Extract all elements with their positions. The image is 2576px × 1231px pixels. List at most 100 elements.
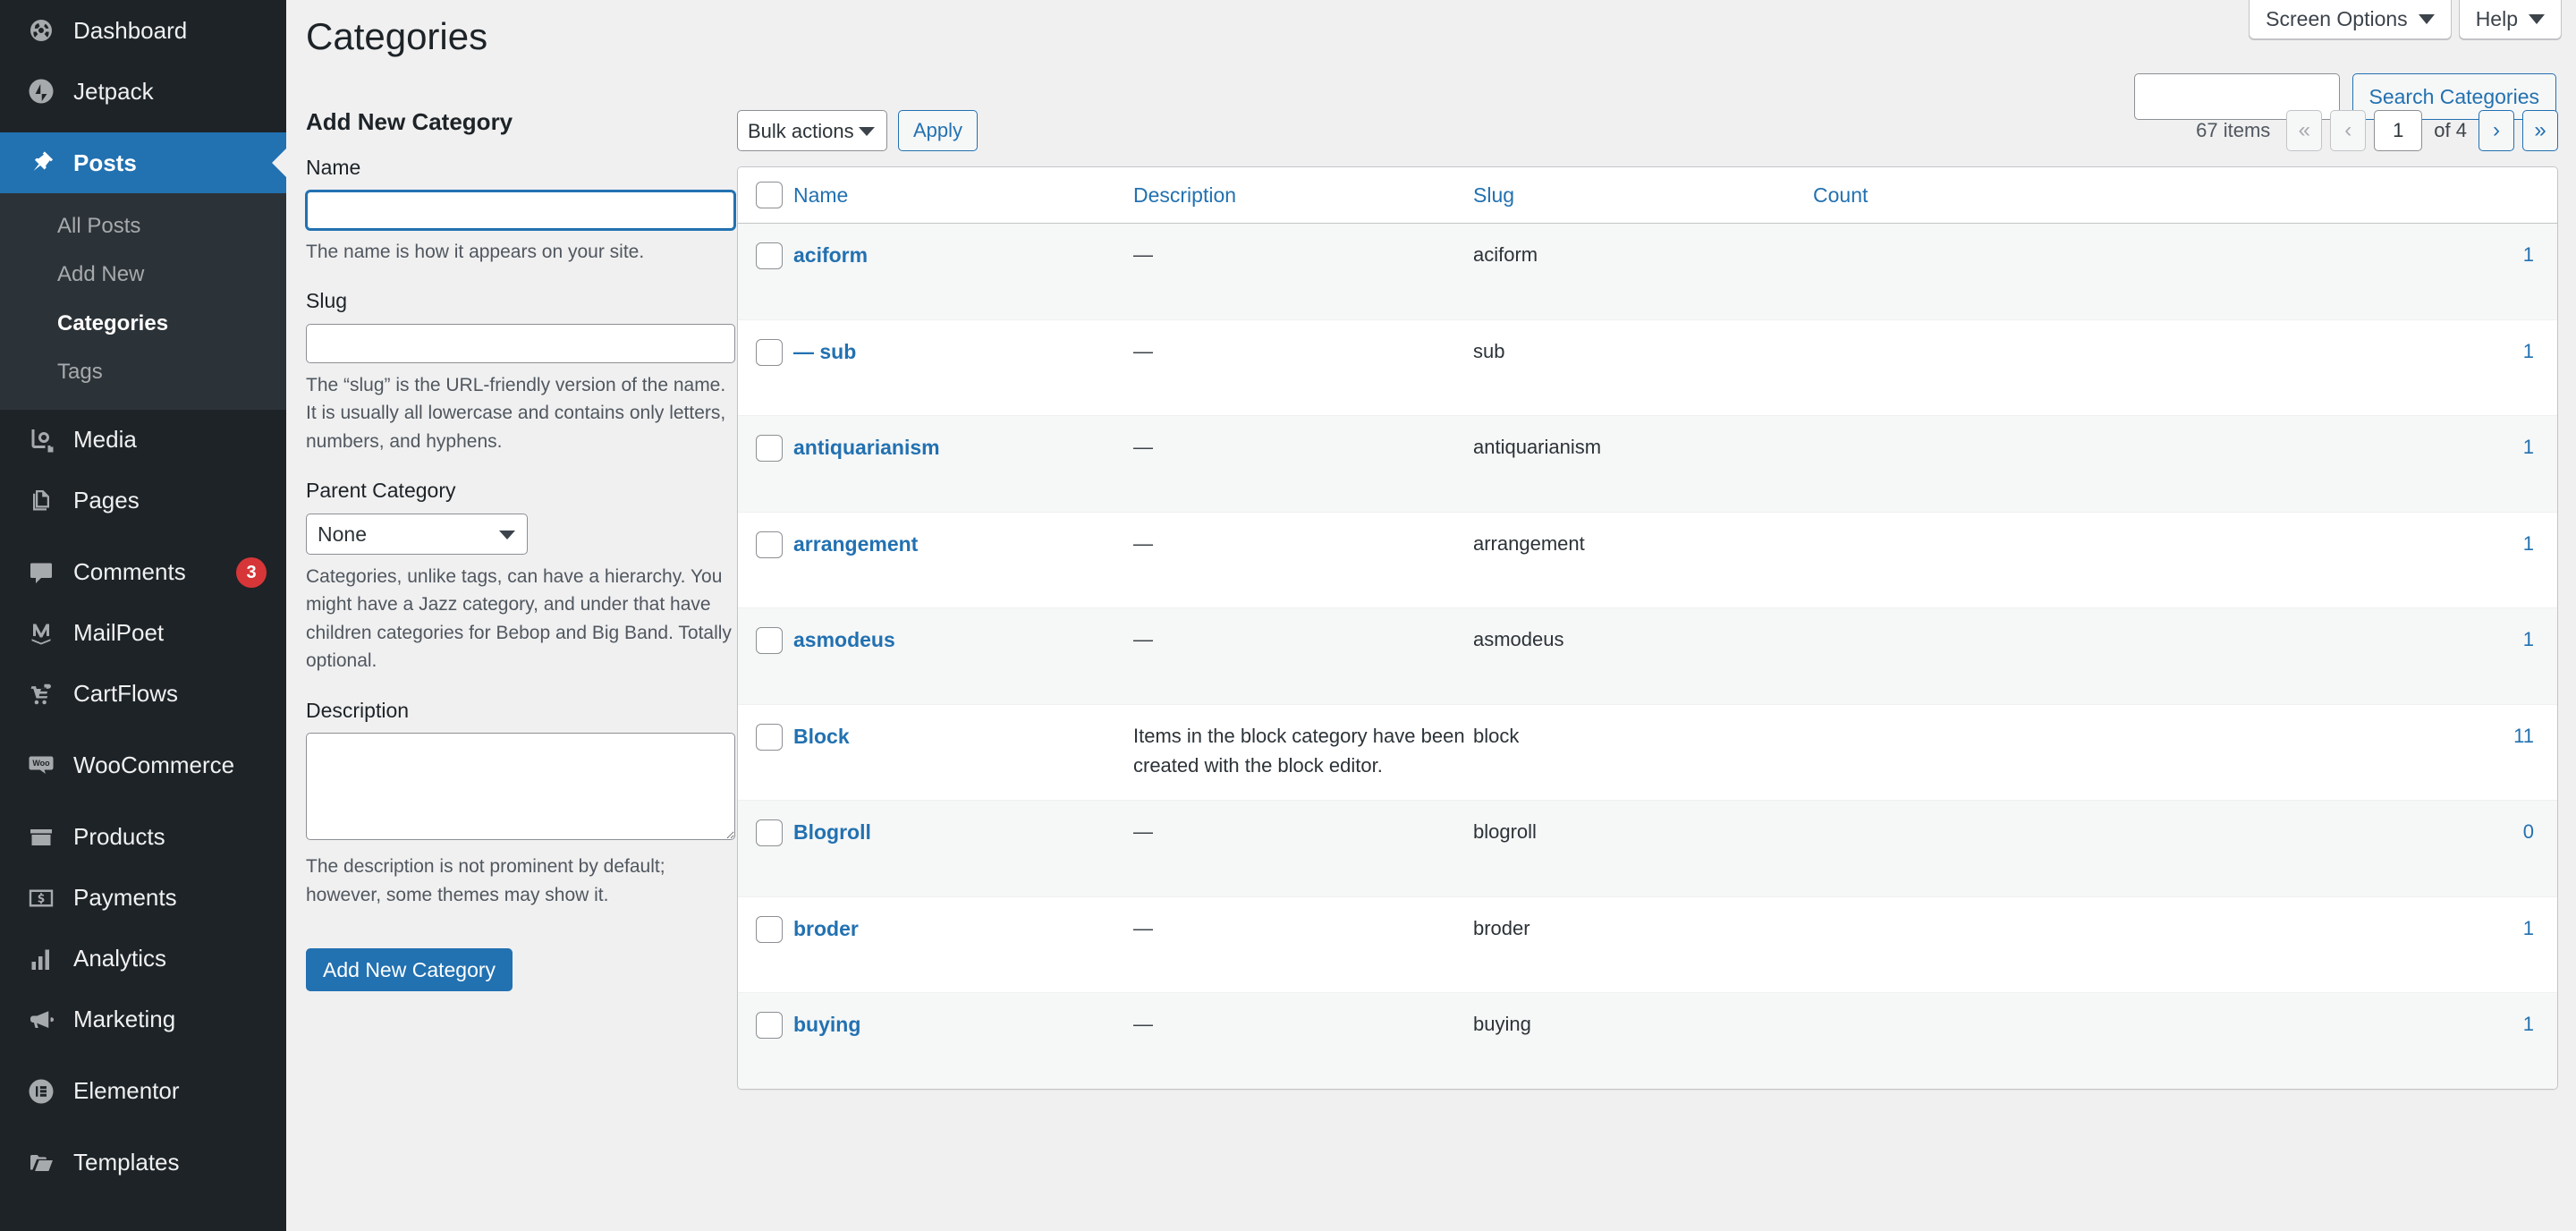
submenu-item-categories[interactable]: Categories: [0, 300, 286, 348]
table-row[interactable]: — sub — sub 1: [738, 318, 2557, 416]
row-checkbox[interactable]: [756, 531, 783, 558]
cell-description: —: [1133, 800, 1473, 896]
table-row[interactable]: Blogroll — blogroll 0: [738, 800, 2557, 896]
submenu-item-all-posts[interactable]: All Posts: [0, 202, 286, 250]
sidebar-item-payments[interactable]: Payments: [0, 868, 286, 929]
column-header-slug[interactable]: Slug: [1473, 167, 1813, 224]
cell-count: 1: [1813, 992, 2557, 1089]
column-header-name[interactable]: Name: [793, 167, 1133, 224]
row-select-cell: [738, 511, 793, 608]
row-checkbox[interactable]: [756, 723, 783, 751]
sidebar-item-elementor[interactable]: Elementor: [0, 1061, 286, 1122]
name-input[interactable]: [306, 190, 735, 230]
sidebar-item-label: Posts: [73, 149, 137, 176]
parent-category-select[interactable]: None: [306, 513, 528, 555]
table-row[interactable]: asmodeus — asmodeus 1: [738, 607, 2557, 704]
category-name-link[interactable]: buying: [793, 1013, 860, 1036]
sidebar-item-cartflows[interactable]: CartFlows: [0, 664, 286, 725]
last-page-button[interactable]: »: [2522, 110, 2558, 151]
table-row[interactable]: aciform — aciform 1: [738, 224, 2557, 319]
bulk-actions-select[interactable]: Bulk actions: [737, 110, 887, 151]
table-head: Name Description Slug Count: [738, 167, 2557, 224]
table-row[interactable]: broder — broder 1: [738, 896, 2557, 993]
sidebar-item-pages[interactable]: Pages: [0, 471, 286, 531]
description-textarea[interactable]: [306, 733, 735, 841]
sidebar-item-label: WooCommerce: [73, 751, 235, 779]
row-select-cell: [738, 415, 793, 512]
jetpack-icon: [16, 78, 66, 105]
apply-button[interactable]: Apply: [898, 110, 979, 151]
count-link[interactable]: 1: [2523, 340, 2534, 362]
row-checkbox[interactable]: [756, 819, 783, 847]
row-checkbox[interactable]: [756, 338, 783, 366]
sidebar-item-comments[interactable]: Comments 3: [0, 542, 286, 603]
category-name-link[interactable]: antiquarianism: [793, 436, 940, 459]
row-checkbox[interactable]: [756, 915, 783, 943]
cell-description: —: [1133, 896, 1473, 993]
parent-category-help-text: Categories, unlike tags, can have a hier…: [306, 565, 732, 672]
row-checkbox[interactable]: [756, 435, 783, 463]
table-row[interactable]: arrangement — arrangement 1: [738, 511, 2557, 608]
count-link[interactable]: 1: [2523, 532, 2534, 555]
help-button[interactable]: Help: [2458, 0, 2562, 39]
categories-list-panel: Bulk actions Apply 67 items « ‹ of 4 › »: [737, 106, 2558, 1090]
count-link[interactable]: 0: [2523, 820, 2534, 843]
count-link[interactable]: 1: [2523, 917, 2534, 939]
submenu-item-add-new[interactable]: Add New: [0, 250, 286, 299]
main-content: Screen Options Help Categories Search Ca…: [286, 0, 2576, 1231]
category-name-link[interactable]: Blogroll: [793, 820, 871, 844]
row-checkbox[interactable]: [756, 242, 783, 270]
category-name-link[interactable]: aciform: [793, 243, 868, 267]
sidebar-item-posts[interactable]: Posts: [0, 132, 286, 193]
cell-slug: arrangement: [1473, 511, 1813, 608]
current-page-input[interactable]: [2374, 110, 2423, 151]
sidebar-item-dashboard[interactable]: Dashboard: [0, 0, 286, 61]
menu-separator: [0, 122, 286, 132]
sidebar-item-analytics[interactable]: Analytics: [0, 929, 286, 989]
count-link[interactable]: 11: [2513, 725, 2534, 747]
screen-options-label: Screen Options: [2266, 7, 2408, 30]
add-new-category-button[interactable]: Add New Category: [306, 948, 513, 992]
column-header-count[interactable]: Count: [1813, 167, 2557, 224]
count-link[interactable]: 1: [2523, 628, 2534, 650]
sidebar-item-label: Analytics: [73, 945, 167, 972]
sidebar-item-mailpoet[interactable]: MailPoet: [0, 603, 286, 664]
sidebar-item-media[interactable]: Media: [0, 410, 286, 471]
cell-slug: asmodeus: [1473, 607, 1813, 704]
select-all-checkbox[interactable]: [756, 182, 783, 208]
chevron-down-icon: [2529, 14, 2545, 24]
menu-separator: [0, 724, 286, 735]
cell-slug: sub: [1473, 318, 1813, 416]
menu-separator: [0, 1049, 286, 1061]
category-name-link[interactable]: — sub: [793, 340, 856, 363]
sidebar-item-label: Dashboard: [73, 16, 188, 44]
count-link[interactable]: 1: [2523, 1013, 2534, 1035]
screen-options-button[interactable]: Screen Options: [2249, 0, 2452, 39]
table-row[interactable]: antiquarianism — antiquarianism 1: [738, 415, 2557, 512]
count-link[interactable]: 1: [2523, 243, 2534, 266]
sidebar-item-marketing[interactable]: Marketing: [0, 989, 286, 1050]
count-link[interactable]: 1: [2523, 436, 2534, 458]
cell-description: —: [1133, 511, 1473, 608]
category-name-link[interactable]: Block: [793, 725, 850, 748]
slug-input[interactable]: [306, 323, 735, 363]
dashboard-icon: [16, 17, 66, 44]
cell-slug: block: [1473, 703, 1813, 801]
sidebar-item-products[interactable]: Products: [0, 807, 286, 868]
submenu-item-tags[interactable]: Tags: [0, 348, 286, 396]
category-name-link[interactable]: broder: [793, 917, 859, 940]
category-name-link[interactable]: arrangement: [793, 532, 918, 556]
table-row[interactable]: Block Items in the block category have be…: [738, 703, 2557, 801]
templates-icon: [16, 1150, 66, 1176]
row-select-cell: [738, 224, 793, 319]
sidebar-item-templates[interactable]: Templates: [0, 1133, 286, 1193]
column-header-description[interactable]: Description: [1133, 167, 1473, 224]
sidebar-item-jetpack[interactable]: Jetpack: [0, 61, 286, 122]
admin-screen: Dashboard Jetpack Posts All Posts Add New Cat…: [0, 0, 2576, 1231]
category-name-link[interactable]: asmodeus: [793, 628, 895, 651]
row-checkbox[interactable]: [756, 1012, 783, 1040]
sidebar-item-woocommerce[interactable]: Woo WooCommerce: [0, 735, 286, 796]
row-checkbox[interactable]: [756, 627, 783, 655]
next-page-button[interactable]: ›: [2479, 110, 2514, 151]
table-row[interactable]: buying — buying 1: [738, 992, 2557, 1089]
